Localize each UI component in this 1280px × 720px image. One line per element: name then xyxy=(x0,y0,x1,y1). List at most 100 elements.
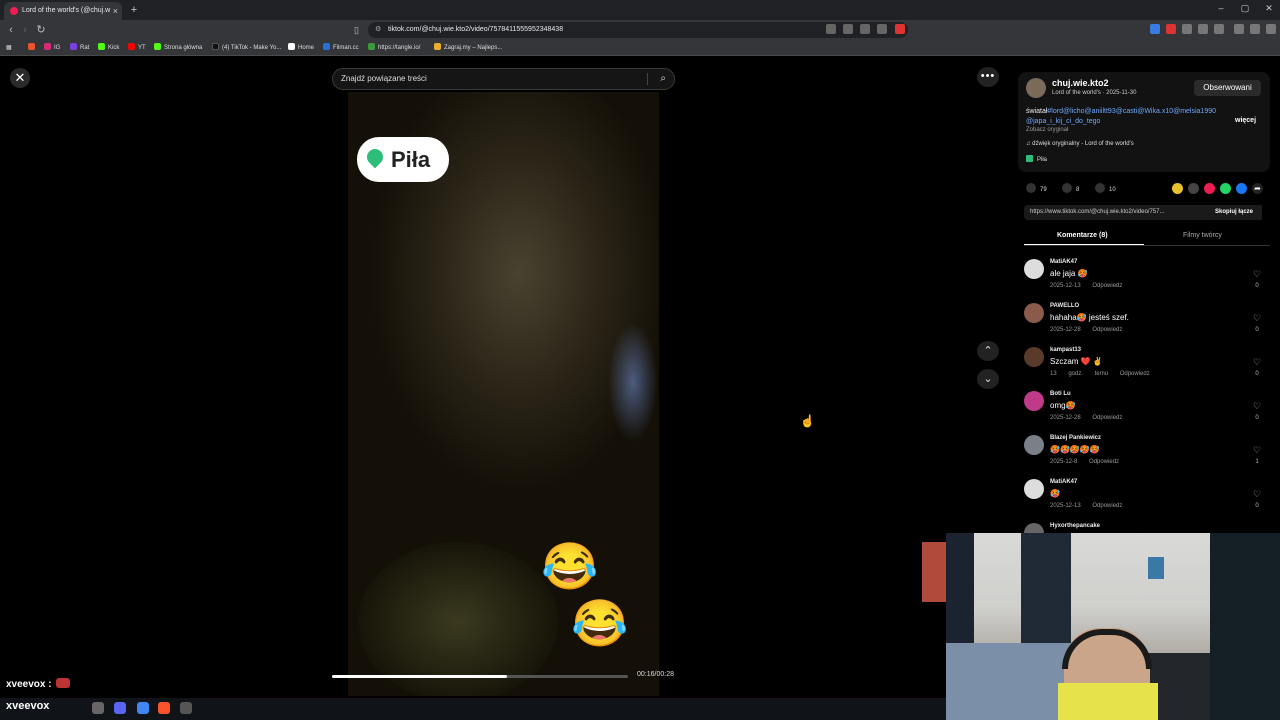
comment-avatar[interactable] xyxy=(1024,391,1044,411)
discord-icon[interactable] xyxy=(114,702,126,714)
author-avatar[interactable] xyxy=(1026,78,1046,98)
reply-link[interactable]: Odpowiedz xyxy=(1092,503,1122,509)
browser-tab[interactable]: Lord of the world's (@chuj.w × xyxy=(4,2,122,20)
comment-username[interactable]: MatiAK47 xyxy=(1050,259,1077,265)
bookmark-item[interactable]: Strona główna xyxy=(154,42,202,54)
comment-username[interactable]: Boti Lu xyxy=(1050,391,1071,397)
comment-username[interactable]: Blazej Pankiewicz xyxy=(1050,435,1101,441)
comment-avatar[interactable] xyxy=(1024,435,1044,455)
extension-icon[interactable] xyxy=(826,24,836,34)
reply-link[interactable]: Odpowiedz xyxy=(1092,283,1122,289)
forward-icon[interactable]: › xyxy=(18,22,32,38)
brave-icon[interactable] xyxy=(158,702,170,714)
search-icon[interactable]: ⌕ xyxy=(660,69,666,89)
bookmark-item[interactable]: Filman.cc xyxy=(323,42,359,54)
bookmark-item[interactable]: YT xyxy=(128,42,146,54)
share-more-icon[interactable]: ➦ xyxy=(1252,183,1263,194)
more-link[interactable]: więcej xyxy=(1235,117,1256,124)
bookmark-item[interactable]: (4) TikTok - Make Yo... xyxy=(212,42,281,54)
comment-text: omg🥵 xyxy=(1050,401,1076,410)
bookmark-item[interactable]: Kick xyxy=(98,42,119,54)
bookmark-item[interactable]: Zagraj.my – Najleps... xyxy=(434,42,502,54)
comment-like-icon[interactable]: ♡ xyxy=(1252,489,1262,500)
translate-icon[interactable] xyxy=(860,24,870,34)
description-text: światał xyxy=(1026,108,1048,115)
taskbar-app-icon[interactable] xyxy=(180,702,192,714)
description-tags[interactable]: #lord@licho@aniiltt93@casti@Wika.x10@mel… xyxy=(1026,108,1216,125)
comment-like-icon[interactable]: ♡ xyxy=(1252,269,1262,280)
comment-avatar[interactable] xyxy=(1024,479,1044,499)
comment-text: hahaha🥵 jesteś szef. xyxy=(1050,313,1129,322)
previous-video-button[interactable]: ⌃ xyxy=(977,341,999,361)
minimize-button[interactable]: – xyxy=(1214,3,1228,13)
tab-close-icon[interactable]: × xyxy=(113,2,118,20)
wallet-icon[interactable] xyxy=(1250,24,1260,34)
reply-link[interactable]: Odpowiedz xyxy=(1089,459,1119,465)
close-window-button[interactable]: ✕ xyxy=(1262,3,1276,14)
sidebar-icon[interactable] xyxy=(1214,24,1224,34)
share-send-icon[interactable] xyxy=(1204,183,1215,194)
comment-avatar[interactable] xyxy=(1024,259,1044,279)
bookmark-item[interactable] xyxy=(28,42,38,54)
puzzle-icon[interactable] xyxy=(1198,24,1208,34)
comment-like-icon[interactable]: ♡ xyxy=(1252,357,1262,368)
comment-username[interactable]: MatiAK47 xyxy=(1050,479,1077,485)
tab-creator-videos[interactable]: Filmy twórcy xyxy=(1183,231,1222,241)
share-code-icon[interactable] xyxy=(1188,183,1199,194)
bookmark-icon[interactable]: ▯ xyxy=(354,22,359,38)
taskbar-app-icon[interactable] xyxy=(92,702,104,714)
reload-icon[interactable]: ↻ xyxy=(34,22,48,38)
apps-grid-icon[interactable]: ▦ xyxy=(6,42,12,54)
comment-like-icon[interactable]: ♡ xyxy=(1252,445,1262,456)
save-button[interactable]: 10 xyxy=(1095,183,1116,195)
comment-like-icon[interactable]: ♡ xyxy=(1252,313,1262,324)
bookmark-item[interactable]: Home xyxy=(288,42,314,54)
comment-like-icon[interactable]: ♡ xyxy=(1252,401,1262,412)
following-button[interactable]: Obserwowani xyxy=(1194,80,1261,96)
reply-link[interactable]: Odpowiedz xyxy=(1092,415,1122,421)
comment-meta: 2025-12-13 Odpowiedz xyxy=(1050,503,1122,509)
share-whatsapp-icon[interactable] xyxy=(1220,183,1231,194)
reply-link[interactable]: Odpowiedz xyxy=(1120,371,1150,377)
like-count: 79 xyxy=(1040,187,1047,193)
menu-icon[interactable] xyxy=(1266,24,1276,34)
extension-icon[interactable] xyxy=(1182,24,1192,34)
comment-avatar[interactable] xyxy=(1024,303,1044,323)
extension-icon[interactable] xyxy=(843,24,853,34)
search-input[interactable]: Znajdź powiązane treści ⌕ xyxy=(332,68,675,90)
brave-shield-icon[interactable] xyxy=(895,24,905,34)
location-tag-label: Piła xyxy=(1037,157,1048,163)
sound-link[interactable]: ♫ dźwięk oryginalny - Lord of the world'… xyxy=(1026,141,1134,147)
comment-username[interactable]: kampast13 xyxy=(1050,347,1081,353)
reply-link[interactable]: Odpowiedz xyxy=(1092,327,1122,333)
chrome-icon[interactable] xyxy=(137,702,149,714)
bookmark-item[interactable]: Rat xyxy=(70,42,89,54)
comment-username[interactable]: PAWELLO xyxy=(1050,303,1079,309)
like-button[interactable]: 79 xyxy=(1026,183,1047,195)
extension-icon[interactable] xyxy=(1166,24,1176,34)
comment-button[interactable]: 8 xyxy=(1062,183,1079,195)
maximize-button[interactable]: ▢ xyxy=(1238,3,1252,14)
share-embed-icon[interactable] xyxy=(1172,183,1183,194)
bookmark-item[interactable]: https://tangle.io/ xyxy=(368,42,420,54)
extension-icon[interactable] xyxy=(1150,24,1160,34)
comment-username[interactable]: Hyxorthepancake xyxy=(1050,523,1100,529)
new-tab-button[interactable]: + xyxy=(128,2,140,18)
copy-link-button[interactable]: Skopiuj łącze xyxy=(1206,205,1262,220)
tab-comments[interactable]: Komentarze (8) xyxy=(1057,231,1108,241)
back-icon[interactable]: ‹ xyxy=(4,22,18,38)
bookmark-item[interactable]: IG xyxy=(44,42,60,54)
author-name[interactable]: chuj.wie.kto2 xyxy=(1052,78,1109,88)
more-options-button[interactable]: ••• xyxy=(977,67,999,87)
close-video-button[interactable]: ✕ xyxy=(10,68,30,88)
media-icon[interactable] xyxy=(1234,24,1244,34)
webcam-room-edge xyxy=(1210,533,1280,720)
share-facebook-icon[interactable] xyxy=(1236,183,1247,194)
site-info-icon[interactable]: ⚙ xyxy=(375,22,381,38)
next-video-button[interactable]: ⌄ xyxy=(977,369,999,389)
share-icon[interactable] xyxy=(877,24,887,34)
comment-avatar[interactable] xyxy=(1024,347,1044,367)
see-original-link[interactable]: Zobacz oryginał xyxy=(1026,127,1068,133)
comment-meta: 2025-12-13 Odpowiedz xyxy=(1050,283,1122,289)
location-tag[interactable]: Piła xyxy=(1026,155,1047,163)
